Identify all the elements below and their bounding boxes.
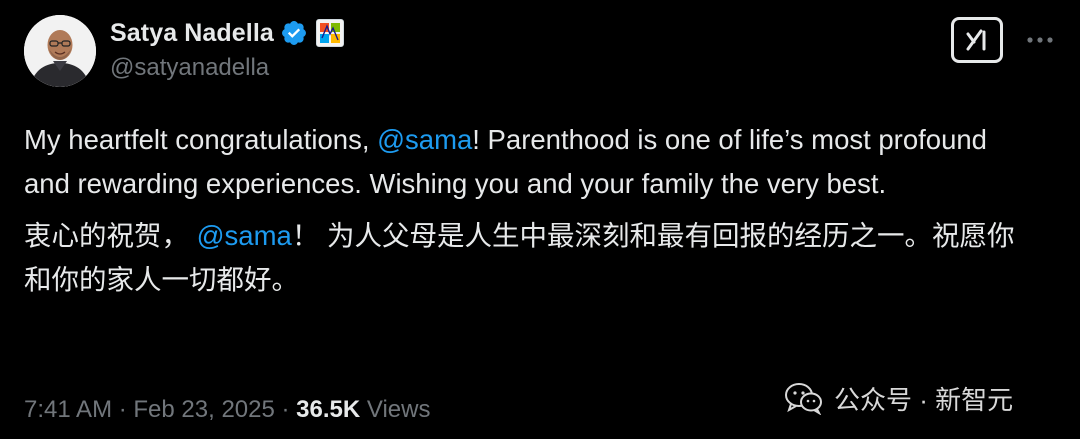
- author-name-row: Satya Nadella: [110, 16, 344, 50]
- avatar-image: [24, 15, 96, 87]
- grok-button[interactable]: [951, 17, 1003, 63]
- avatar[interactable]: [24, 15, 96, 87]
- tweet-text-chinese: 衷心的祝贺， @sama！ 为人父母是人生中最深刻和最有回报的经历之一。祝愿你和…: [24, 214, 1024, 302]
- author-display-name[interactable]: Satya Nadella: [110, 19, 274, 48]
- wechat-icon: [785, 383, 822, 415]
- tweet-text-en-part1: My heartfelt congratulations,: [24, 124, 378, 155]
- tweet-date[interactable]: Feb 23, 2025: [133, 396, 274, 424]
- more-options-icon: [1027, 37, 1053, 43]
- tweet-time[interactable]: 7:41 AM: [24, 396, 112, 424]
- views-count: 36.5K: [296, 396, 361, 423]
- grok-icon: [966, 29, 986, 51]
- tweet-meta: 7:41 AM · Feb 23, 2025 · 36.5K Views: [24, 396, 430, 424]
- author-handle[interactable]: @satyanadella: [110, 54, 269, 82]
- mention-link[interactable]: @sama: [377, 124, 472, 155]
- more-options-button[interactable]: [1024, 24, 1056, 56]
- tweet-card: Satya Nadella @satyanadella My heartfelt…: [0, 0, 1080, 439]
- microsoft-affiliate-icon[interactable]: [315, 19, 344, 47]
- tweet-text-english: My heartfelt congratulations, @sama! Par…: [24, 118, 1024, 206]
- meta-separator: ·: [112, 396, 134, 423]
- verified-badge-icon[interactable]: [280, 19, 308, 47]
- watermark: 公众号 · 新智元: [784, 378, 1013, 418]
- meta-separator: ·: [274, 396, 297, 423]
- watermark-text: 公众号 · 新智元: [834, 384, 1014, 415]
- mention-link[interactable]: @sama: [197, 220, 292, 251]
- tweet-text-zh-part1: 衷心的祝贺，: [24, 220, 197, 251]
- views-label: Views: [360, 396, 431, 423]
- tweet-text: My heartfelt congratulations, @sama! Par…: [24, 118, 1024, 302]
